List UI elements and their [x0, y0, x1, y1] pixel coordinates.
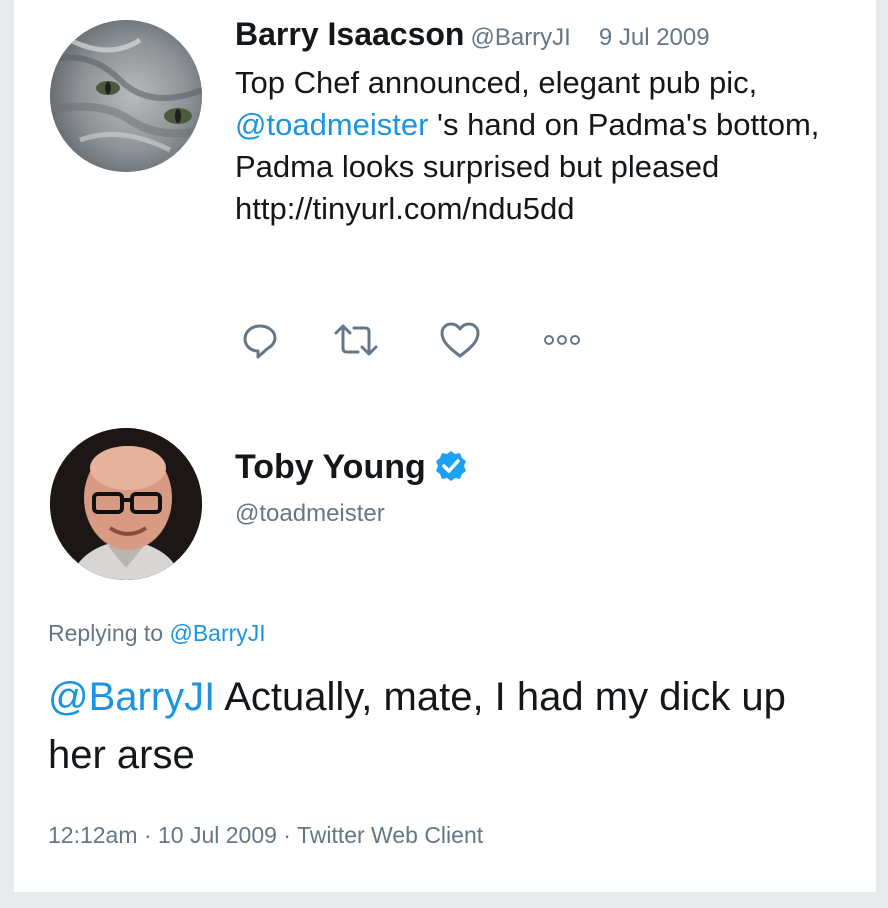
tweet1-text: Top Chef announced, elegant pub pic, @to… — [235, 62, 855, 230]
reply-icon[interactable] — [240, 320, 280, 365]
tweet-text-part: Top Chef announced, elegant pub pic, — [235, 65, 758, 100]
tweet2-text: @BarryJI Actually, mate, I had my dick u… — [48, 668, 848, 784]
tweet-date[interactable]: 9 Jul 2009 — [599, 24, 710, 51]
author-handle[interactable]: @BarryJI — [470, 24, 570, 51]
tweet-time[interactable]: 12:12am — [48, 822, 138, 848]
tweet-thread: Barry Isaacson @BarryJI 9 Jul 2009 Top Che… — [14, 0, 876, 892]
tweet1-header: Barry Isaacson @BarryJI 9 Jul 2009 — [235, 16, 710, 53]
more-icon[interactable] — [542, 330, 582, 355]
replying-to: Replying to @BarryJI — [48, 620, 266, 647]
tweet-client: Twitter Web Client — [296, 822, 484, 848]
retweet-icon[interactable] — [332, 320, 380, 365]
mention-link[interactable]: @toadmeister — [235, 107, 428, 142]
mention-link[interactable]: @BarryJI — [48, 675, 215, 719]
author-name[interactable]: Barry Isaacson — [235, 16, 464, 52]
cat-avatar-image — [50, 20, 202, 172]
replying-to-label: Replying to — [48, 620, 170, 646]
meta-separator: · — [137, 822, 158, 848]
meta-separator: · — [276, 822, 297, 848]
avatar-toby[interactable] — [50, 428, 202, 580]
like-icon[interactable] — [438, 320, 482, 365]
author-handle[interactable]: @toadmeister — [235, 500, 385, 528]
author-name[interactable]: Toby Young — [235, 448, 426, 486]
tweet-date[interactable]: 10 Jul 2009 — [158, 822, 277, 848]
replying-to-handle[interactable]: @BarryJI — [169, 620, 265, 646]
avatar-barry[interactable] — [50, 20, 202, 172]
verified-badge-icon — [434, 449, 468, 488]
tweet2-header: Toby Young — [235, 448, 468, 488]
tweet-meta: 12:12am · 10 Jul 2009 · Twitter Web Clie… — [48, 822, 483, 849]
man-avatar-image — [50, 428, 202, 580]
